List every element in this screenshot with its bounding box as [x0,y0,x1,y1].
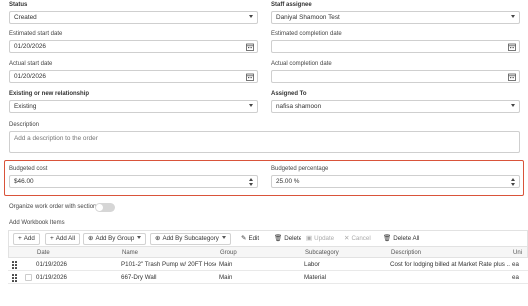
cancel-button[interactable]: ✕ Cancel [339,232,376,245]
actual-start-value: 01/20/2026 [14,73,46,80]
plus-icon: + [50,234,54,242]
workbook-title: Add Workbook Items [9,220,65,226]
toggle-knob [96,204,103,211]
add-button[interactable]: + Add [13,232,40,245]
calendar-icon[interactable] [508,43,516,51]
chevron-down-icon [249,104,253,107]
workbook-toolbar: + Add + Add All ⊕ Add By Group ⊕ Add By Subc… [8,230,528,246]
chevron-down-icon [511,15,515,18]
add-by-group-button[interactable]: ⊕ Add By Group [83,232,147,245]
drag-handle-icon[interactable] [12,274,17,282]
est-completion-input[interactable] [271,40,520,53]
calendar-icon[interactable] [246,43,254,51]
calendar-icon[interactable] [508,73,516,81]
plus-icon: + [18,234,22,242]
pencil-icon: ✎ [241,234,247,242]
staff-assignee-value: Daniyal Shamoon Test [276,14,340,21]
cell-subcategory: Labor [304,261,320,268]
column-header-date[interactable]: Date [37,250,50,256]
chevron-down-icon [137,235,142,239]
row-checkbox[interactable] [25,274,32,281]
chevron-down-icon [511,104,515,107]
cell-group: Main [219,261,233,268]
organize-toggle[interactable] [95,203,115,212]
cell-name: P101-2" Trash Pump w/ 20FT Hose... [121,261,216,268]
calendar-icon[interactable] [246,73,254,81]
trash-icon: 🗑 [274,234,283,242]
description-textarea[interactable] [9,131,520,153]
budgeted-percentage-input[interactable]: 25.00 % [271,175,520,188]
actual-start-input[interactable]: 01/20/2026 [9,70,258,83]
close-icon: ✕ [344,234,350,242]
spinner-icon[interactable] [249,178,254,186]
assigned-to-value: nafisa shamoon [276,103,322,110]
table-row[interactable]: 01/19/2026 667-Dry Wall Main Material ea [8,271,528,284]
cell-description: Cost for lodging billed at Market Rate p… [390,261,510,268]
cell-name: 667-Dry Wall [121,274,157,281]
drag-handle-icon[interactable] [12,261,17,269]
cell-subcategory: Material [304,274,327,281]
column-header-group[interactable]: Group [220,250,237,256]
budgeted-percentage-value: 25.00 % [276,178,300,185]
budgeted-cost-value: $46.00 [14,178,34,185]
staff-assignee-select[interactable]: Daniyal Shamoon Test [271,11,520,24]
link-icon: ⊕ [155,234,161,242]
chevron-down-icon [221,235,226,239]
budgeted-cost-label: Budgeted cost [9,166,48,172]
table-row[interactable]: 01/19/2026 P101-2" Trash Pump w/ 20FT Ho… [8,258,528,271]
delete-all-button[interactable]: 🗑 Delete All [378,232,425,245]
relationship-select[interactable]: Existing [9,100,258,113]
description-label: Description [9,122,40,128]
budgeted-percentage-label: Budgeted percentage [271,166,329,172]
link-icon: ⊕ [88,234,94,242]
column-header-subcategory[interactable]: Subcategory [305,250,339,256]
status-label: Status [9,2,28,8]
assigned-to-select[interactable]: nafisa shamoon [271,100,520,113]
add-by-subcategory-button[interactable]: ⊕ Add By Subcategory [150,232,231,245]
actual-completion-label: Actual completion date [271,61,332,67]
status-select[interactable]: Created [9,11,258,24]
cell-group: Main [219,274,233,281]
cell-date: 01/19/2026 [36,261,67,268]
save-icon: ▣ [306,234,313,242]
est-start-label: Estimated start date [9,31,63,37]
cell-unit: ea [512,274,519,281]
organize-toggle-label: Organize work order with sections [9,204,100,210]
column-header-name[interactable]: Name [122,250,138,256]
est-completion-label: Estimated completion date [271,31,342,37]
edit-button[interactable]: ✎ Edit [236,232,265,245]
column-header-description[interactable]: Description [391,250,421,256]
relationship-label: Existing or new relationship [9,91,90,97]
column-header-unit[interactable]: Uni [513,250,522,256]
est-start-value: 01/20/2026 [14,43,46,50]
chevron-down-icon [249,15,253,18]
actual-completion-input[interactable] [271,70,520,83]
table-header: Date Name Group Subcategory Description … [8,246,528,258]
status-value: Created [14,14,37,21]
spinner-icon[interactable] [511,178,516,186]
staff-assignee-label: Staff assignee [271,2,312,8]
update-button[interactable]: ▣ Update [301,232,340,245]
relationship-value: Existing [14,103,37,110]
cell-date: 01/19/2026 [36,274,67,281]
add-all-button[interactable]: + Add All [45,232,81,245]
actual-start-label: Actual start date [9,61,53,67]
trash-icon: 🗑 [383,234,392,242]
est-start-input[interactable]: 01/20/2026 [9,40,258,53]
budgeted-cost-input[interactable]: $46.00 [9,175,258,188]
cell-unit: ea [512,261,519,268]
assigned-to-label: Assigned To [271,91,307,97]
